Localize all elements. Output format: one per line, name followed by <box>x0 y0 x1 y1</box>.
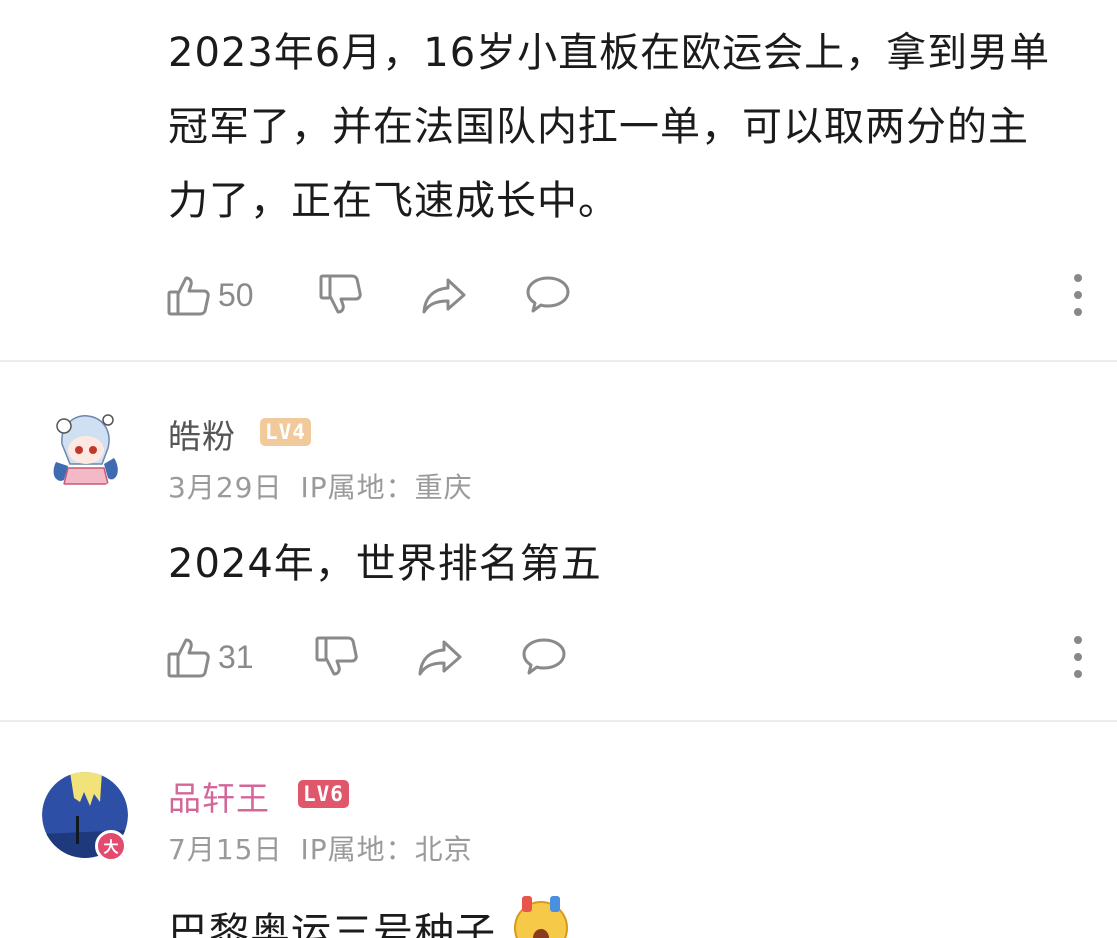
comment-text-content: 巴黎奥运三号种子 <box>168 910 496 938</box>
comment-actions: 31 <box>166 632 1086 682</box>
avatar[interactable] <box>42 404 128 490</box>
share-icon <box>416 634 464 680</box>
comment-meta: 3月29日 IP属地：重庆 <box>168 466 491 506</box>
comment-text: 2023年6月，16岁小直板在欧运会上，拿到男单冠军了，并在法国队内扛一单，可以… <box>168 30 1051 224</box>
comment-date: 7月15日 <box>168 833 283 866</box>
username[interactable]: 皓粉 <box>168 410 236 458</box>
comment-item: 大 品轩王 LV6 7月15日 IP属地：北京 巴黎奥运三号种子 <box>0 722 1117 938</box>
comment-item: 皓粉 LV4 3月29日 IP属地：重庆 2024年，世界排名第五 31 <box>0 362 1117 720</box>
comment-text: 巴黎奥运三号种子 <box>168 894 1068 938</box>
comment-icon <box>520 634 568 680</box>
ip-location: IP属地：重庆 <box>300 471 473 504</box>
share-button[interactable] <box>420 270 468 320</box>
like-button[interactable]: 31 <box>166 632 254 682</box>
like-count: 50 <box>218 276 254 313</box>
thumbs-down-icon <box>314 634 360 680</box>
reply-button[interactable] <box>524 270 572 320</box>
dislike-button[interactable] <box>314 632 360 682</box>
thumbs-down-icon <box>318 272 364 318</box>
comment-item: 2023年6月，16岁小直板在欧运会上，拿到男单冠军了，并在法国队内扛一单，可以… <box>0 0 1117 360</box>
share-button[interactable] <box>416 632 464 682</box>
dislike-button[interactable] <box>318 270 364 320</box>
comment-date: 3月29日 <box>168 471 283 504</box>
more-icon[interactable] <box>1070 634 1086 680</box>
level-badge: LV6 <box>298 780 349 808</box>
level-badge: LV4 <box>260 418 311 446</box>
reply-button[interactable] <box>520 632 568 682</box>
more-icon[interactable] <box>1070 272 1086 318</box>
username[interactable]: 品轩王 <box>168 772 270 820</box>
share-icon <box>420 272 468 318</box>
comment-text: 2024年，世界排名第五 <box>168 541 602 587</box>
ip-location: IP属地：北京 <box>300 833 473 866</box>
comment-meta: 7月15日 IP属地：北京 <box>168 828 491 868</box>
surprised-emoji-icon <box>510 894 572 938</box>
like-button[interactable]: 50 <box>166 270 254 320</box>
like-count: 31 <box>218 638 254 675</box>
thumbs-up-icon <box>166 634 212 680</box>
comment-icon <box>524 272 572 318</box>
verified-badge-icon: 大 <box>95 830 127 862</box>
thumbs-up-icon <box>166 272 212 318</box>
comment-actions: 50 <box>166 270 1086 320</box>
